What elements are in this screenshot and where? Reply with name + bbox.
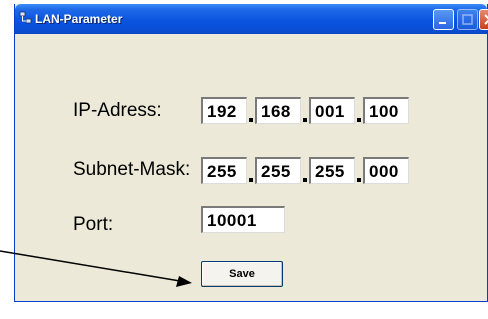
subnet-octet-3-input[interactable]: 255 [309, 157, 355, 184]
subnet-dot [249, 178, 253, 182]
ip-dot [303, 118, 307, 122]
ip-octet-3-input[interactable]: 001 [309, 97, 355, 124]
title-bar[interactable]: LAN-Parameter [15, 4, 488, 34]
minimize-button[interactable] [433, 9, 454, 30]
close-icon [484, 14, 488, 25]
ip-address-label: IP-Adress: [73, 100, 162, 121]
minimize-icon [439, 22, 446, 24]
ip-octet-1-input[interactable]: 192 [201, 97, 247, 124]
maximize-icon [462, 14, 473, 25]
subnet-dot [303, 178, 307, 182]
save-button[interactable]: Save [201, 261, 283, 287]
lan-parameter-window: LAN-Parameter IP-Adress: 192 168 001 100… [14, 4, 488, 302]
subnet-dot [357, 178, 361, 182]
ip-dot [249, 118, 253, 122]
subnet-octet-2-input[interactable]: 255 [255, 157, 301, 184]
ip-octet-2-input[interactable]: 168 [255, 97, 301, 124]
port-label: Port: [73, 214, 114, 235]
subnet-mask-label: Subnet-Mask: [73, 159, 191, 180]
port-input[interactable]: 10001 [201, 206, 285, 233]
network-icon [19, 11, 33, 25]
ip-dot [357, 118, 361, 122]
subnet-octet-4-input[interactable]: 000 [363, 157, 409, 184]
subnet-octet-1-input[interactable]: 255 [201, 157, 247, 184]
window-title: LAN-Parameter [35, 12, 123, 26]
close-button[interactable] [479, 9, 488, 30]
ip-octet-4-input[interactable]: 100 [363, 97, 409, 124]
maximize-button[interactable] [457, 9, 478, 30]
